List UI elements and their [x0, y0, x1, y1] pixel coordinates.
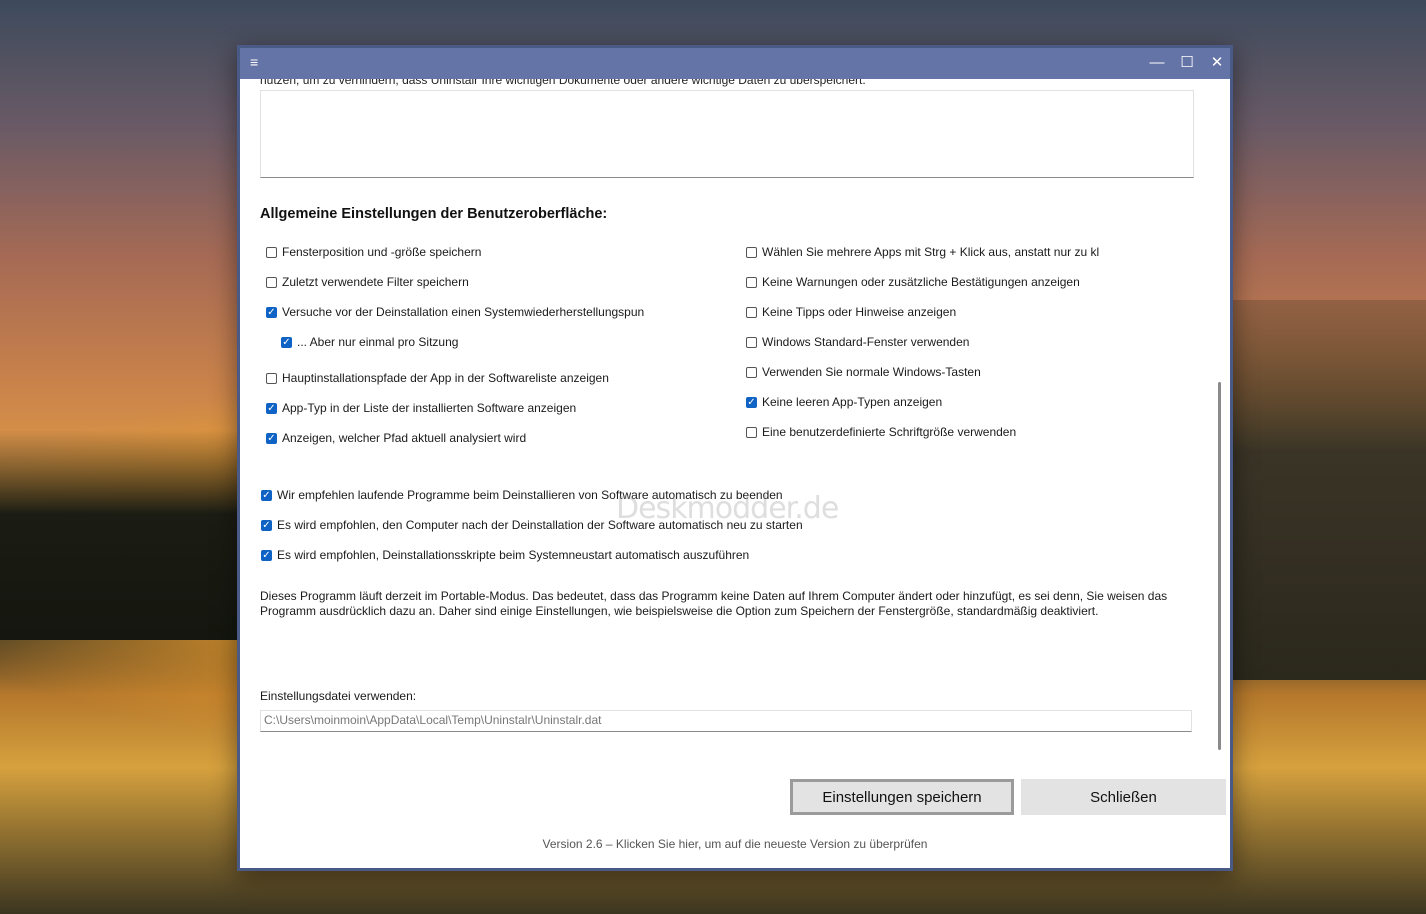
checkbox[interactable] — [746, 306, 757, 318]
option-label: Es wird empfohlen, Deinstallationsskript… — [277, 548, 750, 562]
version-link[interactable]: Version 2.6 – Klicken Sie hier, um auf d… — [240, 837, 1230, 851]
option-label: Keine leeren App-Typen anzeigen — [762, 395, 943, 409]
option-restore-point[interactable]: Versuche vor der Deinstallation einen Sy… — [266, 305, 644, 319]
section-title: Allgemeine Einstellungen der Benutzerobe… — [260, 206, 608, 222]
checkbox[interactable] — [746, 276, 757, 288]
option-install-paths[interactable]: Hauptinstallationspfade der App in der S… — [266, 371, 609, 385]
option-label: Versuche vor der Deinstallation einen Sy… — [282, 305, 645, 319]
option-app-type[interactable]: App-Typ in der Liste der installierten S… — [266, 401, 576, 415]
option-label: Eine benutzerdefinierte Schriftgröße ver… — [762, 425, 1017, 439]
option-label: Wählen Sie mehrere Apps mit Strg + Klick… — [762, 245, 1100, 259]
close-button[interactable]: Schließen — [1021, 779, 1226, 815]
checkbox[interactable] — [266, 276, 277, 288]
exclusion-textarea[interactable] — [260, 90, 1194, 178]
portable-mode-info: Dieses Programm läuft derzeit im Portabl… — [260, 589, 1168, 618]
option-label: Zuletzt verwendete Filter speichern — [282, 275, 469, 289]
menu-icon[interactable]: ≡ — [250, 54, 258, 70]
option-label: ... Aber nur einmal pro Sitzung — [297, 335, 459, 349]
option-label: Anzeigen, welcher Pfad aktuell analysier… — [282, 431, 527, 445]
option-save-window-position[interactable]: Fensterposition und -größe speichern — [266, 245, 481, 259]
checkbox[interactable] — [746, 396, 757, 408]
option-hide-empty-types[interactable]: Keine leeren App-Typen anzeigen — [746, 395, 942, 409]
vertical-scrollbar[interactable] — [1214, 79, 1226, 768]
option-once-per-session[interactable]: ... Aber nur einmal pro Sitzung — [281, 335, 458, 349]
option-no-tips[interactable]: Keine Tipps oder Hinweise anzeigen — [746, 305, 956, 319]
settings-file-path-field[interactable]: C:\Users\moinmoin\AppData\Local\Temp\Uni… — [260, 710, 1192, 732]
checkbox[interactable] — [261, 519, 272, 531]
checkbox[interactable] — [261, 489, 272, 501]
scrollbar-thumb[interactable] — [1218, 382, 1221, 750]
checkbox[interactable] — [266, 402, 277, 414]
settings-file-label: Einstellungsdatei verwenden: — [260, 689, 417, 703]
checkbox[interactable] — [266, 246, 277, 258]
settings-content: nutzen, um zu verhindern, dass Uninstalr… — [240, 79, 1230, 868]
checkbox[interactable] — [746, 246, 757, 258]
option-label: Verwenden Sie normale Windows-Tasten — [762, 365, 981, 379]
option-label: Hauptinstallationspfade der App in der S… — [282, 371, 609, 385]
option-standard-window[interactable]: Windows Standard-Fenster verwenden — [746, 335, 969, 349]
background-trees-right — [1226, 300, 1426, 680]
partial-description-text: nutzen, um zu verhindern, dass Uninstalr… — [260, 79, 866, 87]
checkbox[interactable] — [746, 426, 757, 438]
close-icon[interactable]: ✕ — [1204, 52, 1230, 74]
option-custom-font-size[interactable]: Eine benutzerdefinierte Schriftgröße ver… — [746, 425, 1016, 439]
checkbox[interactable] — [261, 549, 272, 561]
title-bar[interactable]: ≡ — ☐ ✕ — [240, 48, 1230, 79]
minimize-icon[interactable]: — — [1144, 52, 1170, 74]
option-label: Keine Warnungen oder zusätzliche Bestäti… — [762, 275, 1080, 289]
option-normal-buttons[interactable]: Verwenden Sie normale Windows-Tasten — [746, 365, 981, 379]
background-trees-left — [0, 430, 240, 640]
maximize-icon[interactable]: ☐ — [1174, 52, 1200, 74]
option-save-filters[interactable]: Zuletzt verwendete Filter speichern — [266, 275, 469, 289]
option-label: Fensterposition und -größe speichern — [282, 245, 482, 259]
option-label: Windows Standard-Fenster verwenden — [762, 335, 970, 349]
checkbox[interactable] — [281, 336, 292, 348]
save-settings-button[interactable]: Einstellungen speichern — [790, 779, 1014, 815]
option-no-warnings[interactable]: Keine Warnungen oder zusätzliche Bestäti… — [746, 275, 1080, 289]
option-multi-select[interactable]: Wählen Sie mehrere Apps mit Strg + Klick… — [746, 245, 1099, 259]
option-run-scripts-on-restart[interactable]: Es wird empfohlen, Deinstallationsskript… — [261, 548, 749, 562]
option-label: Keine Tipps oder Hinweise anzeigen — [762, 305, 957, 319]
watermark-logo: Deskmodder.de — [616, 491, 839, 526]
checkbox[interactable] — [746, 366, 757, 378]
checkbox[interactable] — [266, 372, 277, 384]
checkbox[interactable] — [266, 432, 277, 444]
checkbox[interactable] — [266, 306, 277, 318]
settings-window: ≡ — ☐ ✕ nutzen, um zu verhindern, dass U… — [237, 45, 1233, 871]
option-label: App-Typ in der Liste der installierten S… — [282, 401, 577, 415]
option-show-scan-path[interactable]: Anzeigen, welcher Pfad aktuell analysier… — [266, 431, 526, 445]
checkbox[interactable] — [746, 336, 757, 348]
